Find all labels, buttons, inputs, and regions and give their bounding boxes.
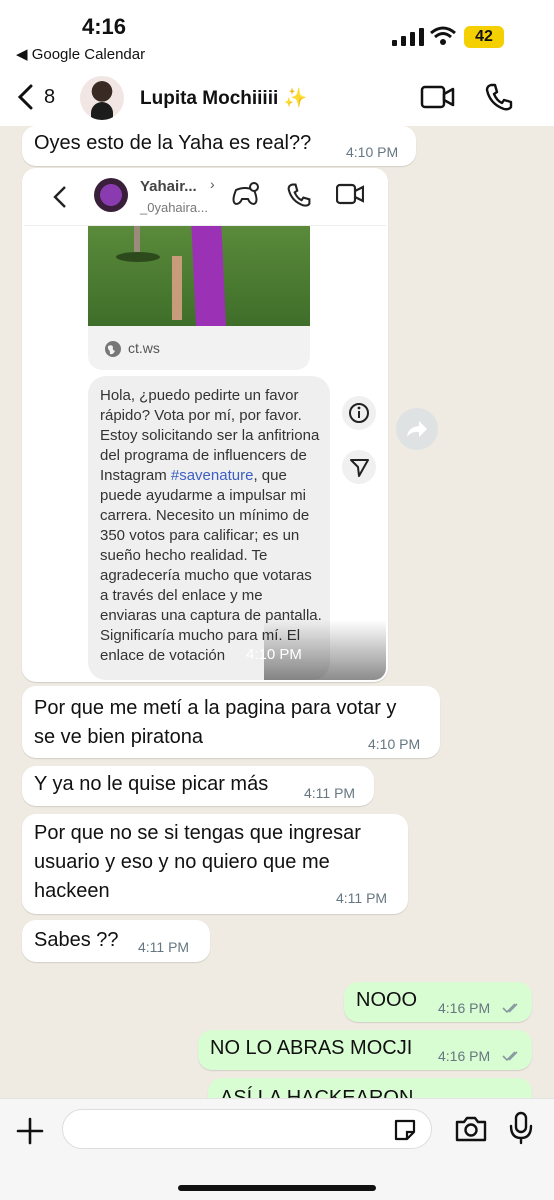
game-controller-icon — [232, 182, 259, 206]
link-domain: ct.ws — [128, 340, 160, 356]
back-chevron-icon — [53, 186, 66, 208]
message-text: NO LO ABRAS MOCJI — [210, 1037, 413, 1059]
sticker-icon[interactable] — [392, 1117, 418, 1143]
message-time: 4:10 PM — [346, 144, 399, 160]
hashtag-link: #savenature — [170, 467, 254, 484]
status-time: 4:16 — [82, 14, 127, 39]
status-bar: 4:16 ◀ Google Calendar 42 — [0, 0, 554, 70]
link-preview: ct.ws — [88, 326, 310, 370]
message-bubble-incoming[interactable]: Por que no se si tengas que ingresar usu… — [22, 814, 408, 914]
instagram-screenshot-image[interactable]: Yahair... › _0yahaira... ct.ws Hola, ¿pu… — [24, 170, 386, 680]
forward-icon[interactable] — [396, 408, 438, 450]
video-call-icon[interactable] — [420, 84, 456, 110]
message-time: 4:11 PM — [138, 939, 190, 955]
read-ticks-icon — [502, 1051, 518, 1062]
ig-profile-avatar — [94, 178, 128, 212]
message-input[interactable] — [62, 1109, 432, 1149]
message-bubble-outgoing[interactable]: NOOO 4:16 PM — [344, 982, 532, 1022]
image-time: 4:10 PM — [246, 646, 302, 663]
shared-post-photo — [88, 226, 310, 326]
chevron-right-icon: › — [210, 176, 215, 192]
wifi-icon — [430, 26, 456, 45]
message-time: 4:11 PM — [336, 890, 388, 906]
message-bubble-incoming[interactable]: Y ya no le quise picar más 4:11 PM — [22, 766, 374, 806]
plus-icon[interactable] — [16, 1117, 44, 1145]
back-chevron-icon[interactable] — [16, 84, 34, 110]
message-bubble-incoming[interactable]: Por que me metí a la pagina para votar y… — [22, 686, 440, 758]
globe-icon — [105, 341, 121, 357]
message-bubble-incoming[interactable]: Oyes esto de la Yaha es real?? 4:10 PM — [22, 126, 416, 166]
back-to-app-link[interactable]: ◀ Google Calendar — [16, 45, 145, 63]
voice-call-icon[interactable] — [484, 82, 514, 112]
message-text: Sabes ?? — [34, 929, 119, 951]
message-text: Por que me metí a la pagina para votar y… — [34, 697, 397, 748]
contact-avatar[interactable] — [80, 76, 124, 120]
message-text: Por que no se si tengas que ingresar usu… — [34, 822, 361, 902]
unread-count[interactable]: 8 — [44, 86, 55, 109]
info-icon — [342, 396, 376, 430]
phone-icon — [287, 183, 311, 207]
ig-conversation-header: Yahair... › _0yahaira... — [24, 170, 386, 226]
ig-profile-handle: _0yahaira... — [140, 200, 208, 215]
message-text: Y ya no le quise picar más — [34, 773, 269, 795]
chat-header: 8 Lupita Mochiiiii ✨ — [0, 70, 554, 126]
message-time: 4:10 PM — [368, 736, 421, 752]
cellular-signal-icon — [392, 28, 424, 46]
message-time: 4:11 PM — [304, 785, 356, 801]
message-composer — [0, 1098, 554, 1200]
message-time: 4:16 PM — [438, 1000, 491, 1016]
video-icon — [336, 183, 364, 205]
camera-icon[interactable] — [454, 1115, 488, 1143]
contact-name[interactable]: Lupita Mochiiiii ✨ — [140, 86, 307, 110]
message-bubble-outgoing[interactable]: NO LO ABRAS MOCJI 4:16 PM — [198, 1030, 532, 1070]
read-ticks-icon — [502, 1003, 518, 1014]
home-indicator[interactable] — [178, 1185, 376, 1191]
message-text: Oyes esto de la Yaha es real?? — [34, 132, 312, 154]
message-text: NOOO — [356, 989, 418, 1011]
microphone-icon[interactable] — [508, 1111, 534, 1145]
battery-indicator: 42 — [464, 26, 504, 48]
message-bubble-incoming[interactable]: Sabes ?? 4:11 PM — [22, 920, 210, 962]
message-time: 4:16 PM — [438, 1048, 491, 1064]
paper-plane-icon — [342, 450, 376, 484]
ig-profile-name: Yahair... — [140, 178, 197, 195]
